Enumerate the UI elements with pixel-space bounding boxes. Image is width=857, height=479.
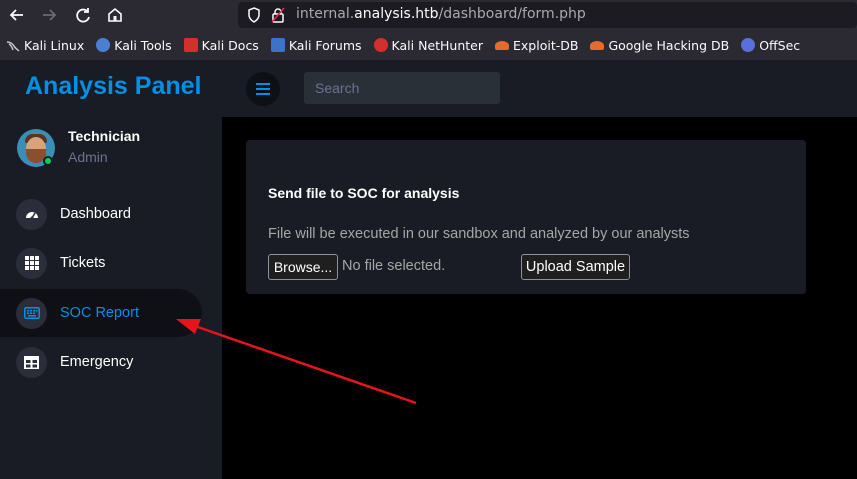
offsec-icon [741, 38, 756, 52]
url-domain: analysis.htb [354, 6, 439, 22]
sidebar-item-label: Tickets [60, 255, 106, 271]
bookmark-ghdb[interactable]: Google Hacking DB [590, 38, 729, 53]
sidebar-item-label: SOC Report [60, 305, 139, 321]
user-name: Technician [68, 128, 141, 144]
table-icon [16, 346, 47, 378]
search-input[interactable] [304, 72, 500, 104]
bookmark-label: Google Hacking DB [608, 37, 730, 53]
grid-icon [16, 247, 47, 279]
kali-docs-icon [183, 38, 198, 52]
bookmark-kali-forums[interactable]: Kali Forums [270, 37, 362, 53]
top-navbar [222, 60, 857, 117]
sidebar-item-tickets[interactable]: Tickets [0, 239, 202, 287]
back-arrow-icon[interactable] [6, 4, 28, 26]
ghdb-icon [590, 40, 605, 50]
bookmark-kali-linux[interactable]: Kali Linux [6, 38, 84, 53]
online-status-indicator [43, 156, 53, 166]
sidebar-item-emergency[interactable]: Emergency [0, 338, 202, 386]
user-role: Admin [68, 149, 108, 165]
url-text: internal.analysis.htb/dashboard/form.php [296, 6, 586, 22]
sidebar-item-label: Dashboard [60, 206, 131, 222]
kali-dragon-icon [6, 38, 20, 52]
file-status-text: No file selected. [342, 258, 446, 274]
bookmark-kali-nethunter[interactable]: Kali NetHunter [373, 37, 484, 53]
form-title: Send file to SOC for analysis [268, 185, 460, 201]
nethunter-icon [373, 38, 388, 52]
form-description: File will be executed in our sandbox and… [268, 226, 690, 242]
url-bar[interactable]: internal.analysis.htb/dashboard/form.php [238, 2, 857, 28]
exploit-db-icon [495, 40, 510, 50]
kali-tools-icon [96, 38, 111, 52]
bookmarks-bar: Kali Linux Kali Tools Kali Docs Kali For… [0, 30, 857, 60]
kali-forums-icon [270, 38, 285, 52]
menu-toggle-button[interactable] [246, 72, 280, 106]
sidebar-item-label: Emergency [60, 354, 134, 370]
keyboard-icon [16, 297, 47, 329]
bookmark-label: Kali Tools [114, 37, 172, 53]
sidebar-item-soc-report[interactable]: SOC Report [0, 289, 202, 337]
reload-icon[interactable] [72, 4, 94, 26]
browser-toolbar: internal.analysis.htb/dashboard/form.php [0, 0, 857, 30]
bookmark-exploit-db[interactable]: Exploit-DB [495, 38, 578, 53]
sidebar-item-dashboard[interactable]: Dashboard [0, 190, 202, 238]
hamburger-icon [256, 83, 270, 95]
upload-sample-button[interactable]: Upload Sample [521, 254, 630, 280]
sidebar: Analysis Panel Technician Admin Dashboar… [0, 60, 222, 479]
bookmark-offsec[interactable]: OffSec [741, 38, 800, 53]
bookmark-label: Exploit-DB [513, 37, 579, 53]
url-path: /dashboard/form.php [438, 6, 586, 22]
bookmark-kali-docs[interactable]: Kali Docs [183, 37, 259, 53]
forward-arrow-icon[interactable] [38, 4, 60, 26]
insecure-lock-icon[interactable] [271, 7, 285, 23]
url-subdomain: internal. [296, 6, 355, 22]
bookmark-label: Kali Docs [201, 37, 259, 53]
bookmark-kali-tools[interactable]: Kali Tools [96, 37, 172, 53]
bookmark-label: OffSec [759, 37, 801, 53]
bookmark-label: Kali Forums [288, 37, 362, 53]
upload-form-card: Send file to SOC for analysis File will … [246, 140, 806, 294]
browse-file-button[interactable]: Browse... [268, 254, 338, 280]
home-icon[interactable] [104, 4, 126, 26]
main-content: Send file to SOC for analysis File will … [222, 117, 857, 479]
brand-logo[interactable]: Analysis Panel [25, 72, 201, 101]
bookmark-label: Kali Linux [24, 37, 85, 53]
shield-icon[interactable] [247, 7, 261, 23]
bookmark-label: Kali NetHunter [391, 37, 484, 53]
speedometer-icon [16, 198, 47, 230]
